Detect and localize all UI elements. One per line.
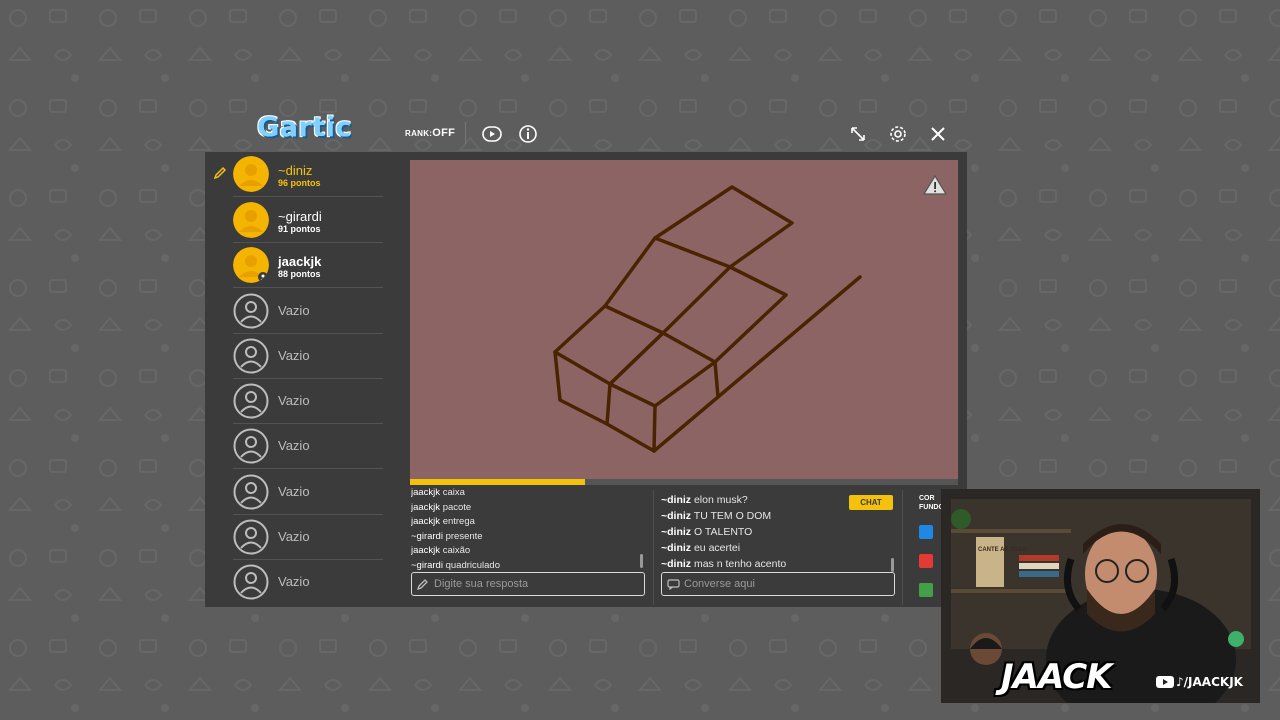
answer-message: ~girardi presente: [411, 530, 483, 542]
empty-slot: Vazio: [233, 289, 383, 334]
answer-input-box[interactable]: [411, 572, 645, 596]
answer-message: ~girardi quadriculado: [411, 559, 500, 571]
empty-slot: Vazio: [233, 515, 383, 560]
player-avatar: [233, 247, 269, 283]
empty-avatar-icon: [233, 474, 269, 510]
chat-bubble-icon: [667, 579, 680, 590]
answers-log: jaackjk caixa jaackjk pacote jaackjk ent…: [411, 486, 647, 576]
color-swatch-red[interactable]: [919, 554, 933, 568]
slot-label: Vazio: [278, 393, 310, 408]
empty-avatar-icon: [233, 338, 269, 374]
column-divider: [902, 490, 903, 605]
answer-message: jaackjk caixa: [411, 487, 465, 498]
info-icon[interactable]: [517, 123, 539, 145]
players-list: ~diniz 96 pontos ~girardi 91 pontos jaac…: [205, 152, 401, 607]
empty-slot: Vazio: [233, 379, 383, 424]
player-row[interactable]: ~diniz 96 pontos: [233, 152, 383, 197]
slot-label: Vazio: [278, 348, 310, 363]
empty-avatar-icon: [233, 293, 269, 329]
youtube-icon: [1156, 676, 1174, 688]
chat-input-box[interactable]: [661, 572, 895, 596]
player-points: 91 pontos: [278, 224, 321, 234]
player-avatar: [233, 156, 269, 192]
slot-label: Vazio: [278, 529, 310, 544]
answer-message: jaackjk entrega: [411, 516, 475, 527]
chat-message: ~diniz O TALENTO: [661, 526, 753, 538]
game-panel: ~diniz 96 pontos ~girardi 91 pontos jaac…: [205, 152, 967, 607]
empty-slot: Vazio: [233, 560, 383, 604]
answer-message: jaackjk pacote: [411, 501, 472, 513]
chat-scrollbar[interactable]: [891, 558, 894, 572]
empty-avatar-icon: [233, 383, 269, 419]
player-points: 88 pontos: [278, 269, 321, 279]
player-avatar: [233, 202, 269, 238]
player-row[interactable]: jaackjk 88 pontos: [233, 243, 383, 288]
player-name: ~girardi: [278, 209, 322, 224]
column-divider: [653, 490, 654, 605]
color-swatch-blue[interactable]: [919, 525, 933, 539]
drawing-canvas[interactable]: [410, 160, 958, 485]
fullscreen-icon[interactable]: [847, 123, 869, 145]
answer-input[interactable]: [434, 573, 634, 595]
book-title: CANTE AS TUAS: [978, 547, 1026, 553]
settings-gear-icon[interactable]: [887, 123, 909, 145]
social-handle: ♪/JAACKJK: [1176, 675, 1243, 689]
chat-input[interactable]: [684, 573, 884, 595]
gartic-logo: Gartic: [257, 112, 352, 143]
streamer-brand: JAACK: [1001, 657, 1113, 697]
chat-message: ~diniz TU TEM O DOM: [661, 510, 772, 522]
rank-value: OFF: [432, 127, 456, 139]
empty-avatar-icon: [233, 519, 269, 555]
player-points: 96 pontos: [278, 178, 321, 188]
chat-message: ~diniz mas n tenho acento: [661, 558, 787, 570]
chat-message: ~diniz eu acertei: [661, 542, 741, 554]
empty-slot: Vazio: [233, 470, 383, 515]
round-timer-fill: [410, 479, 586, 485]
empty-avatar-icon: [233, 564, 269, 600]
answers-scrollbar[interactable]: [640, 554, 643, 568]
player-name: jaackjk: [278, 254, 322, 269]
round-timer-bar: [410, 479, 958, 485]
player-row[interactable]: ~girardi 91 pontos: [233, 198, 383, 243]
top-divider: [465, 122, 466, 144]
drawing-pencil-icon: [213, 166, 227, 180]
chat-badge: CHAT: [849, 495, 893, 510]
top-bar: Gartic RANK:OFF: [205, 112, 967, 152]
slot-label: Vazio: [278, 574, 310, 589]
play-icon[interactable]: [481, 123, 503, 145]
rank-label: RANK:: [405, 129, 433, 138]
pencil-icon: [417, 579, 428, 590]
color-swatch-green[interactable]: [919, 583, 933, 597]
empty-slot: Vazio: [233, 334, 383, 379]
rank-status: RANK:OFF: [405, 127, 455, 139]
player-name: ~diniz: [278, 163, 313, 178]
book-cover: [976, 537, 1004, 587]
close-icon[interactable]: [927, 123, 949, 145]
slot-label: Vazio: [278, 484, 310, 499]
empty-avatar-icon: [233, 428, 269, 464]
webcam-overlay: CANTE AS TUAS JAACK ♪/JAACKJK: [941, 489, 1260, 703]
slot-label: Vazio: [278, 303, 310, 318]
slot-label: Vazio: [278, 438, 310, 453]
answer-message: jaackjk caixão: [411, 545, 471, 556]
empty-slot: Vazio: [233, 424, 383, 469]
